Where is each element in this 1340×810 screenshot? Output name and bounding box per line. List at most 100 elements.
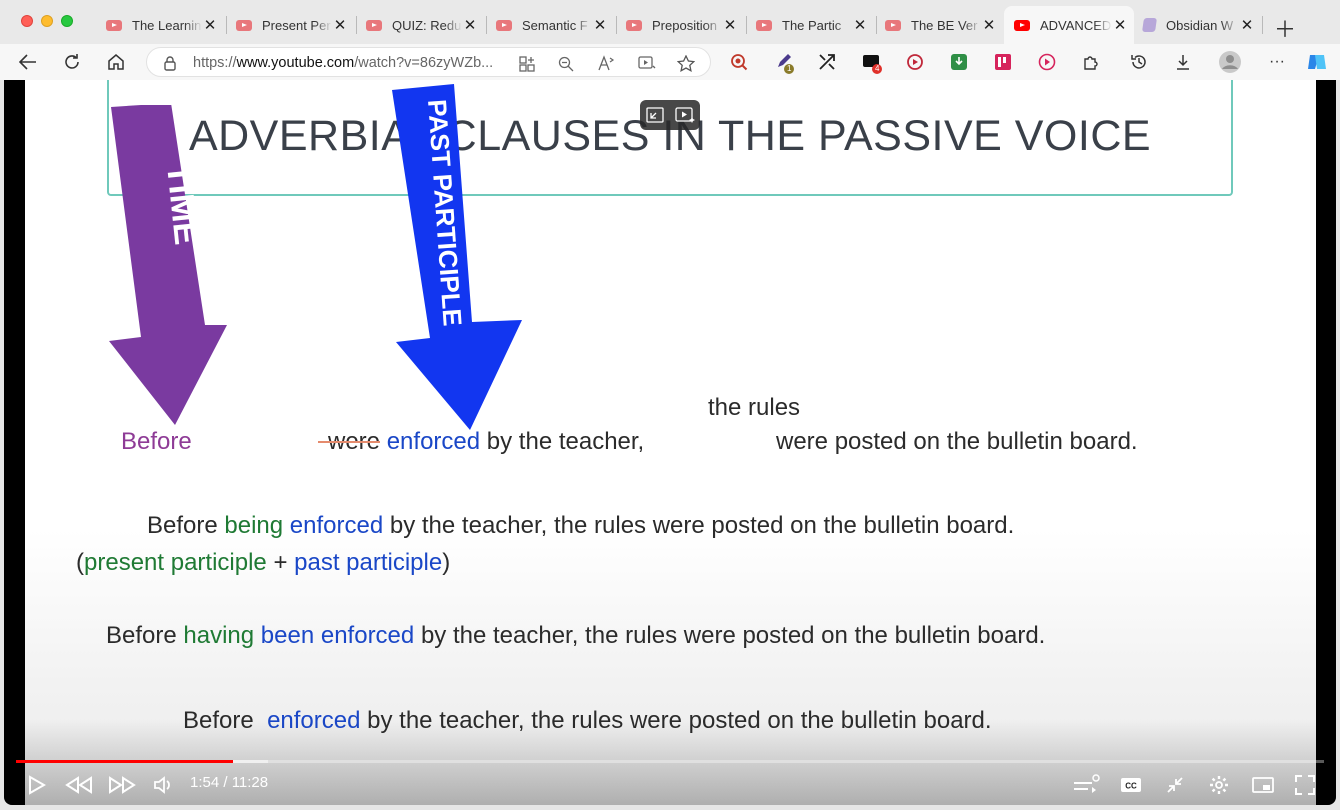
- past-participle-text: past participle: [294, 549, 443, 576]
- rewind-icon: [65, 776, 92, 794]
- tab-the-be-verb[interactable]: The BE Ver ✕: [885, 8, 1003, 42]
- record-extension-icon[interactable]: [906, 53, 924, 71]
- exit-expand-button[interactable]: [1158, 770, 1192, 800]
- video-sparkle-icon[interactable]: [674, 107, 695, 123]
- tab-the-learning[interactable]: The Learnin ✕: [106, 8, 224, 42]
- profile-avatar-icon[interactable]: [1218, 50, 1242, 74]
- extensions-puzzle-icon[interactable]: [1082, 53, 1100, 71]
- url-path: /watch?v=86zyWZb...: [354, 55, 494, 71]
- highlighter-extension[interactable]: 1: [775, 52, 795, 74]
- extension-badge: 1: [784, 64, 795, 74]
- video-enhance-icon[interactable]: [638, 55, 656, 71]
- home-button[interactable]: [101, 44, 131, 80]
- more-menu-button[interactable]: ···: [1262, 44, 1292, 80]
- open-paren: (: [76, 549, 84, 576]
- downloads-icon[interactable]: [1174, 53, 1192, 71]
- present-participle-text: present participle: [84, 549, 267, 576]
- new-tab-button[interactable]: ＋: [1274, 12, 1296, 44]
- tab-title: Semantic F: [522, 17, 588, 33]
- tab-title: ADVANCED: [1040, 17, 1112, 33]
- ellipsis-icon: ···: [1269, 53, 1285, 70]
- play-button[interactable]: [22, 770, 52, 800]
- fast-forward-icon: [109, 776, 136, 794]
- slide: ADVERBIAL CLAUSES IN THE PASSIVE VOICE T…: [25, 80, 1316, 805]
- favorite-star-icon[interactable]: [677, 55, 695, 72]
- tab-title: Obsidian W: [1166, 17, 1234, 33]
- close-tab-icon[interactable]: ✕: [722, 16, 738, 34]
- sentence-having-been-enforced: Before having been enforced by the teach…: [106, 622, 1045, 650]
- next-button[interactable]: [105, 770, 139, 800]
- close-tab-icon[interactable]: ✕: [462, 16, 478, 34]
- tab-title: The BE Ver: [911, 17, 978, 33]
- picture-in-picture-icon[interactable]: [645, 107, 664, 123]
- tab-title: Preposition: [652, 17, 718, 33]
- tab-obsidian[interactable]: Obsidian W ✕: [1142, 8, 1261, 42]
- video-player[interactable]: ADVERBIAL CLAUSES IN THE PASSIVE VOICE T…: [4, 80, 1336, 805]
- tab-advanced-active[interactable]: ADVANCED ✕: [1004, 6, 1134, 44]
- youtube-icon: [885, 19, 901, 31]
- previous-button[interactable]: [62, 770, 96, 800]
- zoom-window-button[interactable]: [61, 15, 73, 27]
- enforced-text: enforced: [386, 428, 481, 455]
- mute-button[interactable]: [150, 770, 178, 800]
- captions-button[interactable]: CC: [1114, 770, 1148, 800]
- zoom-out-icon[interactable]: [558, 56, 574, 72]
- home-icon: [108, 54, 124, 70]
- search-extension-icon[interactable]: [730, 53, 748, 71]
- reload-button[interactable]: [57, 44, 87, 80]
- tab-preposition[interactable]: Preposition ✕: [626, 8, 744, 42]
- close-tab-icon[interactable]: ✕: [852, 16, 868, 34]
- notification-extension[interactable]: 4: [862, 52, 886, 74]
- shuffle-extension-icon[interactable]: [818, 53, 836, 71]
- close-tab-icon[interactable]: ✕: [1112, 16, 1128, 34]
- sentence-being-enforced: Before being enforced by the teacher, th…: [147, 512, 1014, 540]
- pip-controls: [640, 100, 700, 130]
- back-arrow-icon: [19, 54, 36, 70]
- tab-title: The Partic: [782, 17, 842, 33]
- close-window-button[interactable]: [21, 15, 33, 27]
- participle-note: (present participle + past participle): [76, 549, 450, 577]
- time-display: 1:54 / 11:28: [190, 774, 269, 791]
- read-aloud-icon[interactable]: [598, 55, 616, 71]
- tab-present-perfect[interactable]: Present Per ✕: [236, 8, 354, 42]
- close-tab-icon[interactable]: ✕: [202, 16, 218, 34]
- youtube-icon: [626, 19, 642, 31]
- tab-title: Present Per: [262, 17, 331, 33]
- enforced-text: enforced: [289, 512, 384, 539]
- youtube-icon: [496, 19, 512, 31]
- plus-sign: +: [273, 549, 288, 576]
- miniplayer-icon: [1252, 777, 1274, 793]
- time-arrow: TIME: [109, 105, 227, 425]
- tab-semantic[interactable]: Semantic F ✕: [496, 8, 614, 42]
- play-extension-icon[interactable]: [1038, 53, 1056, 71]
- history-icon[interactable]: [1130, 53, 1148, 71]
- url-text[interactable]: https://www.youtube.com/watch?v=86zyWZb.…: [193, 55, 513, 71]
- close-tab-icon[interactable]: ✕: [981, 16, 997, 34]
- being-text: being: [224, 512, 284, 539]
- tab-quiz[interactable]: QUIZ: Redu ✕: [366, 8, 484, 42]
- tab-strip: The Learnin ✕ Present Per ✕ QUIZ: Redu ✕…: [0, 0, 1340, 44]
- the-rules-text: the rules: [708, 394, 801, 421]
- download-extension-icon[interactable]: [950, 53, 968, 71]
- close-tab-icon[interactable]: ✕: [592, 16, 608, 34]
- minimize-window-button[interactable]: [41, 15, 53, 27]
- having-text: having: [183, 622, 255, 649]
- close-tab-icon[interactable]: ✕: [332, 16, 348, 34]
- board-extension-icon[interactable]: [994, 53, 1012, 71]
- extension-badge: 4: [872, 64, 883, 74]
- settings-button[interactable]: [1202, 770, 1236, 800]
- app-available-icon[interactable]: [519, 56, 535, 72]
- close-tab-icon[interactable]: ✕: [1239, 16, 1255, 34]
- copilot-icon[interactable]: [1306, 51, 1328, 73]
- before-text: Before: [106, 622, 177, 649]
- volume-icon: [154, 776, 170, 794]
- autoplay-settings-button[interactable]: [1070, 770, 1104, 800]
- lock-icon[interactable]: [163, 55, 177, 71]
- play-icon: [29, 775, 46, 795]
- svg-text:CC: CC: [1125, 782, 1137, 791]
- back-button[interactable]: [13, 44, 43, 80]
- tab-the-participle[interactable]: The Partic ✕: [756, 8, 874, 42]
- address-bar[interactable]: https://www.youtube.com/watch?v=86zyWZb.…: [146, 47, 711, 77]
- fullscreen-button[interactable]: [1290, 770, 1320, 800]
- miniplayer-button[interactable]: [1246, 770, 1280, 800]
